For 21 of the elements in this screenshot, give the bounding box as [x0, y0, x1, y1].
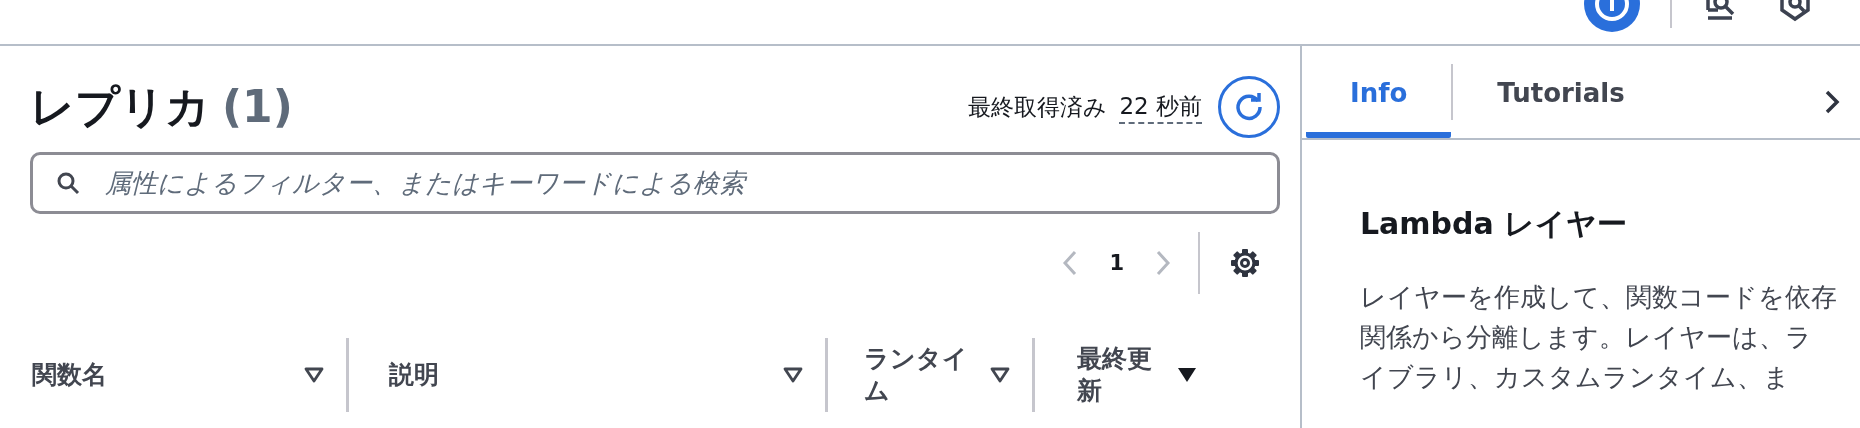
last-fetched-label: 最終取得済み [968, 92, 1108, 122]
panel-heading: Lambda レイヤー [1360, 205, 1629, 243]
panel-description: レイヤーを作成して、関数コードを依存関係から分離します。レイヤーは、ライブラリ、カスタムランタイム、ま [1360, 281, 1838, 394]
sort-icon[interactable] [304, 367, 324, 383]
column-header[interactable]: 関数名 [32, 358, 107, 392]
page-title: レプリカ [30, 80, 210, 132]
sort-icon[interactable] [783, 367, 803, 383]
settings-icon[interactable] [1230, 248, 1260, 278]
tab[interactable]: Tutorials [1453, 46, 1669, 138]
search-icon [56, 171, 80, 195]
item-count: (1) [222, 80, 293, 132]
sort-icon[interactable] [990, 367, 1010, 383]
refresh-icon [1234, 92, 1264, 122]
chevron-right-icon[interactable] [1824, 89, 1840, 115]
sort-descending-icon[interactable] [1177, 367, 1197, 383]
column-header[interactable]: ランタイム [864, 342, 978, 408]
search-field[interactable]: 属性によるフィルター、またはキーワードによる検索 [30, 152, 1280, 214]
column-header[interactable]: 説明 [389, 358, 439, 392]
last-fetched-time: 22 秒前 [1119, 90, 1202, 124]
page-number[interactable]: 1 [1109, 251, 1124, 275]
column-header[interactable]: 最終更新 [1077, 342, 1155, 408]
